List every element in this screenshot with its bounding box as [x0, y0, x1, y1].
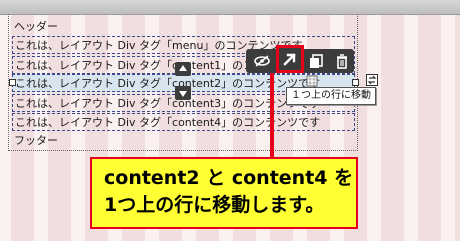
- content4-row[interactable]: これは、レイアウト Div タグ「content4」のコンテンツです: [12, 113, 355, 131]
- eye-slash-icon[interactable]: [252, 51, 272, 71]
- move-handle-up-icon[interactable]: [175, 62, 191, 76]
- instruction-callout: content2 と content4 を 1つ上の行に移動します。: [90, 157, 358, 229]
- move-up-tooltip: １つ上の行に移動: [286, 87, 376, 105]
- duplicate-icon[interactable]: [307, 51, 327, 71]
- callout-line-2: 1つ上の行に移動します。: [104, 194, 325, 216]
- move-up-button[interactable]: [276, 45, 304, 73]
- header-row[interactable]: ヘッダー: [12, 18, 355, 36]
- swap-icon[interactable]: [366, 74, 378, 86]
- callout-line-1: content2 と content4 を: [104, 167, 354, 189]
- footer-row[interactable]: フッター: [12, 132, 355, 150]
- callout-pointer-line: [270, 73, 274, 157]
- top-toolbar-strip: [0, 0, 460, 15]
- resize-handle-right[interactable]: [352, 79, 359, 86]
- resize-handle-left[interactable]: [9, 79, 16, 86]
- grid-settings-icon[interactable]: [306, 75, 318, 87]
- move-handle-down-icon[interactable]: [175, 86, 191, 100]
- trash-icon[interactable]: [332, 51, 352, 71]
- move-up-icon: [283, 53, 296, 66]
